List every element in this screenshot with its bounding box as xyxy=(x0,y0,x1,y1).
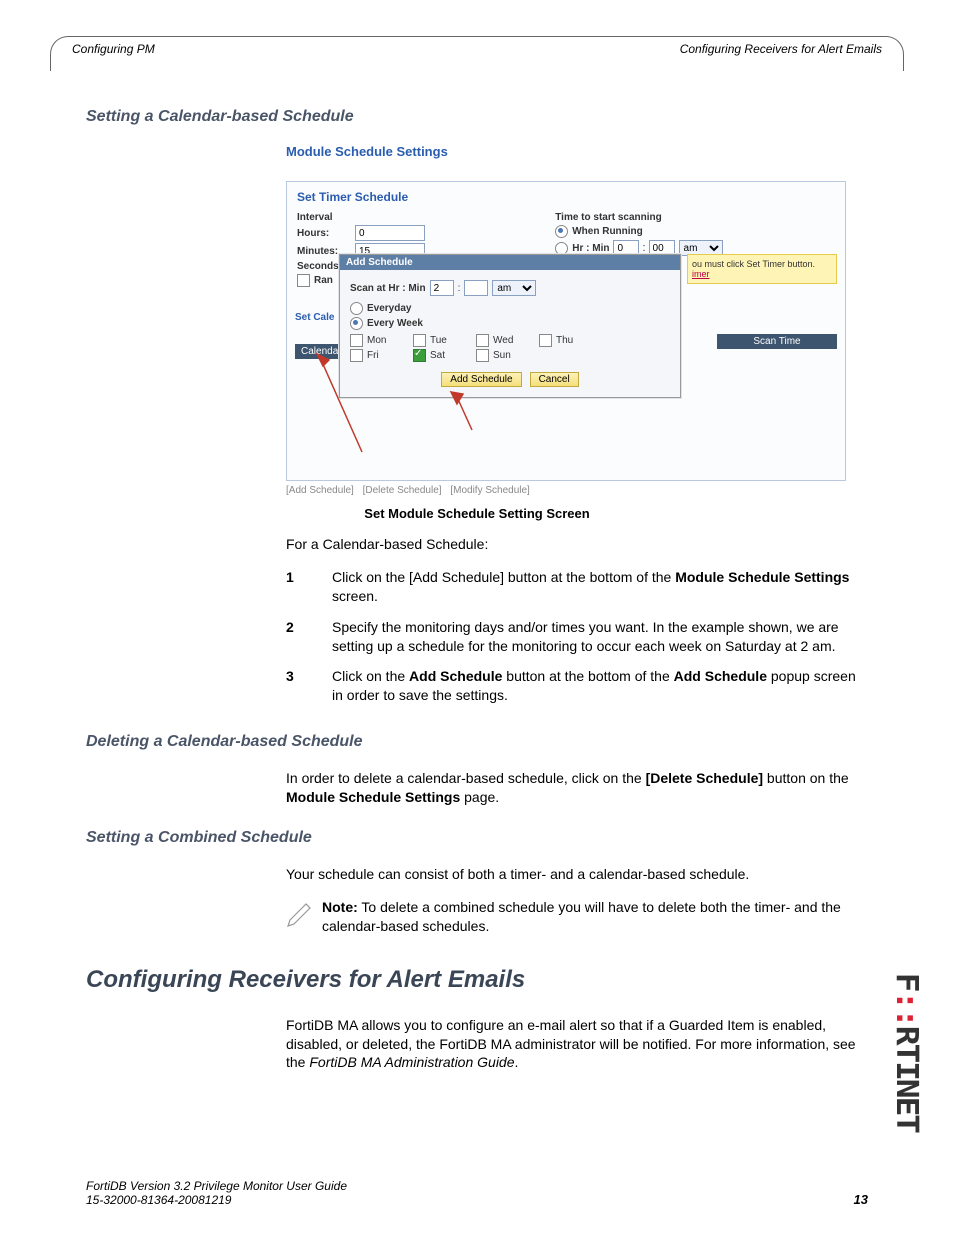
hint-line1: ou must click Set Timer button. xyxy=(692,259,832,269)
header-right: Configuring Receivers for Alert Emails xyxy=(676,42,886,56)
hours-label: Hours: xyxy=(297,228,355,239)
page-footer: FortiDB Version 3.2 Privilege Monitor Us… xyxy=(86,1179,868,1207)
hint-line2: imer xyxy=(692,269,832,279)
wed-checkbox[interactable] xyxy=(476,334,489,347)
thu-label: Thu xyxy=(556,335,602,346)
note-icon xyxy=(286,898,322,936)
fortinet-logo: F::RTINET xyxy=(889,973,924,1132)
wed-label: Wed xyxy=(493,335,539,346)
modify-schedule-link[interactable]: [Modify Schedule] xyxy=(450,485,530,496)
module-title: Module Schedule Settings xyxy=(286,144,846,159)
everyweek-radio[interactable] xyxy=(350,317,363,330)
scan-time-bar: Scan Time xyxy=(717,334,837,349)
tue-label: Tue xyxy=(430,335,476,346)
set-timer-panel: Set Timer Schedule Interval Hours: Minut… xyxy=(286,181,846,481)
note-row: Note: To delete a combined schedule you … xyxy=(286,898,868,936)
time-colon: : xyxy=(642,242,645,254)
when-running-label: When Running xyxy=(572,226,643,237)
set-calendar-link[interactable]: Set Cale xyxy=(295,312,334,323)
interval-label: Interval xyxy=(297,212,355,223)
page-number: 13 xyxy=(854,1192,868,1207)
mon-label: Mon xyxy=(367,335,413,346)
scan-time-bar-wrap: Scan Time xyxy=(717,342,837,349)
footer-line2: 15-32000-81364-20081219 xyxy=(86,1193,868,1207)
document-page: Configuring PM Configuring Receivers for… xyxy=(0,0,954,1235)
step-3: Click on the Add Schedule button at the … xyxy=(286,667,868,705)
scan-ampm-select[interactable]: am xyxy=(492,280,536,296)
panel-title: Set Timer Schedule xyxy=(297,190,835,204)
step-1: Click on the [Add Schedule] button at th… xyxy=(286,568,868,606)
ran-checkbox[interactable] xyxy=(297,274,310,287)
hours-input[interactable] xyxy=(355,225,425,241)
popup-title: Add Schedule xyxy=(340,255,680,270)
when-running-radio[interactable] xyxy=(555,225,568,238)
section-title-deleting: Deleting a Calendar-based Schedule xyxy=(86,733,868,751)
content-area: Setting a Calendar-based Schedule Module… xyxy=(86,108,868,1086)
link-bar: [Add Schedule] [Delete Schedule] [Modify… xyxy=(286,485,846,496)
add-schedule-link[interactable]: [Add Schedule] xyxy=(286,485,354,496)
receivers-text: FortiDB MA allows you to configure an e-… xyxy=(286,1016,868,1073)
footer-line1: FortiDB Version 3.2 Privilege Monitor Us… xyxy=(86,1179,868,1193)
time-start-label: Time to start scanning xyxy=(555,212,662,223)
hrmin-radio[interactable] xyxy=(555,242,568,255)
figure-caption: Set Module Schedule Setting Screen xyxy=(86,506,868,521)
deleting-text: In order to delete a calendar-based sche… xyxy=(286,769,868,807)
tue-checkbox[interactable] xyxy=(413,334,426,347)
sun-label: Sun xyxy=(493,350,539,361)
step-2: Specify the monitoring days and/or times… xyxy=(286,618,868,656)
annotation-arrows xyxy=(297,352,497,472)
ran-label: Ran xyxy=(314,275,333,286)
section-title-combined: Setting a Combined Schedule xyxy=(86,829,868,847)
hint-box: ou must click Set Timer button. imer xyxy=(687,254,837,284)
section-title-setting-calendar: Setting a Calendar-based Schedule xyxy=(86,108,868,126)
cancel-button[interactable]: Cancel xyxy=(530,372,579,387)
embedded-screenshot: Module Schedule Settings Set Timer Sched… xyxy=(286,144,846,496)
everyweek-label: Every Week xyxy=(367,318,423,329)
everyday-label: Everyday xyxy=(367,303,411,314)
everyday-radio[interactable] xyxy=(350,302,363,315)
hrmin-label: Hr : Min xyxy=(572,243,609,254)
header-left: Configuring PM xyxy=(68,42,159,56)
thu-checkbox[interactable] xyxy=(539,334,552,347)
steps-list: Click on the [Add Schedule] button at th… xyxy=(286,568,868,705)
scan-hr-input[interactable] xyxy=(430,280,454,296)
scan-at-label: Scan at Hr : Min xyxy=(350,283,426,294)
intro-text: For a Calendar-based Schedule: xyxy=(286,535,868,554)
scan-colon: : xyxy=(458,283,461,294)
mon-checkbox[interactable] xyxy=(350,334,363,347)
scan-min-input[interactable] xyxy=(464,280,488,296)
combined-text: Your schedule can consist of both a time… xyxy=(286,865,868,884)
delete-schedule-link[interactable]: [Delete Schedule] xyxy=(363,485,442,496)
h2-configuring-receivers: Configuring Receivers for Alert Emails xyxy=(86,966,868,994)
